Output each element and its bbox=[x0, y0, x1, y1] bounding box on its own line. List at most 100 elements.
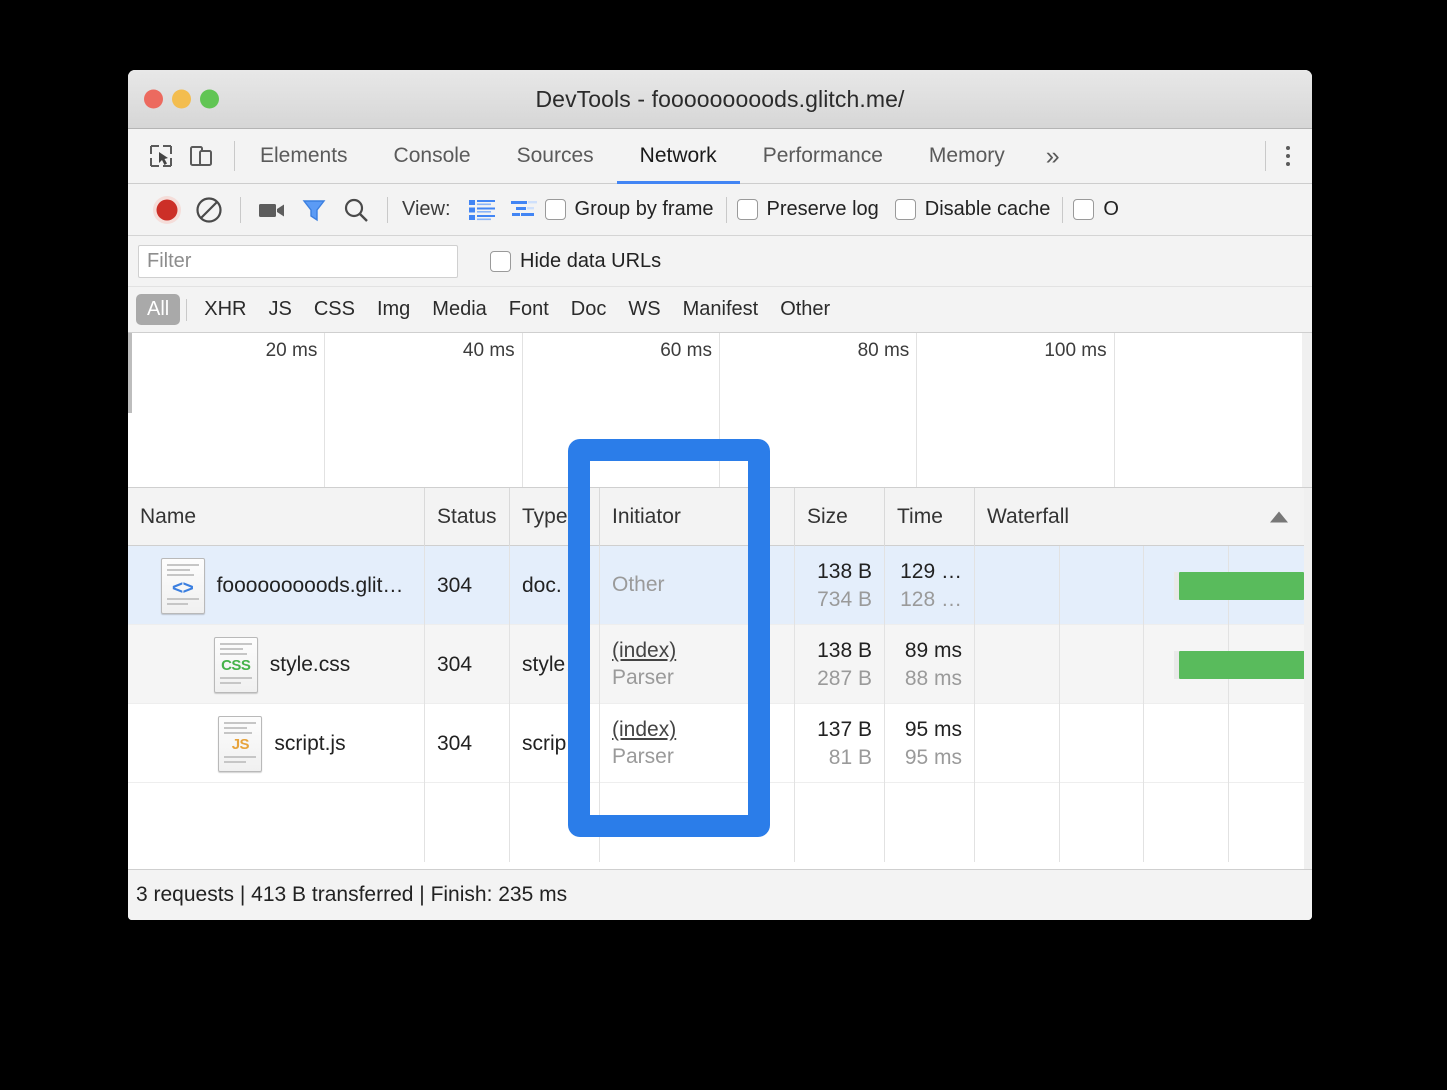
initiator-value: Other bbox=[612, 573, 665, 597]
tab-sources[interactable]: Sources bbox=[494, 129, 617, 183]
disable-cache-checkbox[interactable]: Disable cache bbox=[894, 198, 1051, 221]
tab-network[interactable]: Network bbox=[616, 129, 740, 184]
tab-console[interactable]: Console bbox=[371, 129, 494, 183]
overview-scrollbar[interactable] bbox=[1302, 333, 1312, 487]
group-by-frame-checkbox[interactable]: Group by frame bbox=[544, 198, 714, 221]
cell-name[interactable]: JS script.js bbox=[128, 704, 425, 783]
offline-box[interactable] bbox=[1073, 199, 1095, 220]
table-row[interactable]: <> fooooooooods.glit… 304 doc. Other 138… bbox=[128, 546, 1312, 625]
tab-performance[interactable]: Performance bbox=[740, 129, 906, 183]
offline-checkbox[interactable]: O bbox=[1073, 198, 1119, 221]
network-overview-timeline[interactable]: 20 ms 40 ms 60 ms 80 ms 100 ms bbox=[128, 333, 1312, 488]
request-name: script.js bbox=[274, 731, 346, 755]
overview-tick-100ms: 100 ms bbox=[1044, 340, 1107, 361]
waterfall-gridlines bbox=[975, 783, 1312, 862]
view-label: View: bbox=[402, 198, 451, 220]
funnel-filter-icon[interactable] bbox=[293, 190, 335, 230]
hide-data-urls-box[interactable] bbox=[490, 250, 511, 272]
preserve-log-checkbox[interactable]: Preserve log bbox=[736, 198, 879, 221]
cell-initiator[interactable]: Other bbox=[600, 546, 795, 625]
filter-chip-doc[interactable]: Doc bbox=[560, 294, 618, 325]
table-scrollbar[interactable] bbox=[1304, 488, 1312, 871]
cell-waterfall bbox=[975, 704, 1312, 783]
cell-waterfall bbox=[975, 546, 1312, 625]
filter-input[interactable] bbox=[138, 244, 458, 278]
preserve-log-box[interactable] bbox=[736, 199, 758, 220]
cell-size: 138 B 287 B bbox=[795, 625, 885, 704]
time-subvalue: 88 ms bbox=[904, 666, 962, 690]
cell-initiator[interactable]: (index) Parser bbox=[600, 704, 795, 783]
window-title: DevTools - fooooooooods.glitch.me/ bbox=[535, 85, 905, 112]
initiator-link[interactable]: (index) bbox=[612, 717, 794, 743]
zoom-window-button[interactable] bbox=[200, 89, 219, 109]
inspect-element-icon[interactable] bbox=[146, 141, 176, 171]
cell-name[interactable]: CSS style.css bbox=[128, 625, 425, 704]
panel-tabs: Elements Console Sources Network Perform… bbox=[237, 129, 1078, 184]
list-view-icon[interactable] bbox=[461, 190, 503, 230]
icon-badge: JS bbox=[231, 735, 250, 753]
time-subvalue: 95 ms bbox=[904, 745, 962, 769]
overview-tick-20ms: 20 ms bbox=[265, 340, 318, 361]
filter-chip-js[interactable]: JS bbox=[257, 294, 302, 325]
filter-chip-other[interactable]: Other bbox=[769, 294, 841, 325]
more-tabs-button[interactable]: » bbox=[1028, 129, 1078, 183]
icon-text-lines-bottom bbox=[166, 597, 199, 608]
filter-chip-media[interactable]: Media bbox=[421, 294, 497, 325]
record-button-icon[interactable] bbox=[146, 190, 188, 230]
device-toolbar-icon[interactable] bbox=[186, 141, 216, 171]
filter-chip-font[interactable]: Font bbox=[498, 294, 560, 325]
column-header-waterfall[interactable]: Waterfall bbox=[975, 488, 1312, 546]
table-row[interactable]: JS script.js 304 scrip… (index) Parser 1… bbox=[128, 704, 1312, 783]
document-file-icon: <> bbox=[160, 557, 205, 614]
filter-chip-ws[interactable]: WS bbox=[617, 294, 671, 325]
column-header-name[interactable]: Name bbox=[128, 487, 425, 546]
hide-data-urls-checkbox[interactable]: Hide data URLs bbox=[490, 250, 661, 273]
filter-chip-manifest[interactable]: Manifest bbox=[672, 294, 770, 325]
size-value: 138 B bbox=[817, 638, 872, 662]
camera-icon[interactable] bbox=[251, 190, 293, 230]
disable-cache-label: Disable cache bbox=[924, 198, 1051, 220]
waterfall-bar bbox=[1173, 651, 1312, 679]
devtools-window: DevTools - fooooooooods.glitch.me/ Eleme… bbox=[128, 70, 1312, 920]
cell-type: doc. bbox=[510, 546, 600, 625]
size-value: 137 B bbox=[817, 717, 872, 741]
search-icon[interactable] bbox=[335, 190, 377, 230]
initiator-link[interactable]: (index) bbox=[612, 638, 794, 664]
window-controls bbox=[144, 89, 219, 109]
column-header-size[interactable]: Size bbox=[795, 487, 885, 546]
group-by-frame-box[interactable] bbox=[544, 199, 566, 220]
overview-segment-6 bbox=[1115, 333, 1312, 487]
filter-chip-xhr[interactable]: XHR bbox=[193, 294, 257, 325]
cell-status: 304 bbox=[425, 546, 510, 625]
filler-time bbox=[885, 783, 975, 862]
clear-icon[interactable] bbox=[188, 190, 230, 230]
tab-memory[interactable]: Memory bbox=[906, 129, 1028, 183]
filter-chip-css[interactable]: CSS bbox=[303, 294, 366, 325]
devtools-tabbar: Elements Console Sources Network Perform… bbox=[128, 129, 1312, 184]
filter-chip-img[interactable]: Img bbox=[366, 294, 421, 325]
cell-waterfall bbox=[975, 625, 1312, 704]
minimize-window-button[interactable] bbox=[172, 89, 191, 109]
cell-type: scrip… bbox=[510, 704, 600, 783]
cell-initiator[interactable]: (index) Parser bbox=[600, 625, 795, 704]
hide-data-urls-label: Hide data URLs bbox=[520, 249, 662, 272]
filter-chip-all[interactable]: All bbox=[136, 294, 181, 325]
tab-elements[interactable]: Elements bbox=[237, 129, 371, 183]
kebab-menu-icon[interactable] bbox=[1280, 146, 1312, 166]
cell-name[interactable]: <> fooooooooods.glit… bbox=[128, 546, 425, 625]
close-window-button[interactable] bbox=[144, 89, 163, 109]
column-header-status[interactable]: Status bbox=[425, 487, 510, 546]
waterfall-view-icon[interactable] bbox=[503, 190, 545, 230]
column-header-initiator[interactable]: Initiator bbox=[600, 487, 795, 546]
filler-waterfall bbox=[975, 783, 1312, 862]
filler-initiator bbox=[600, 783, 795, 862]
table-row[interactable]: CSS style.css 304 style… (index) Parser … bbox=[128, 625, 1312, 704]
column-header-time[interactable]: Time bbox=[885, 487, 975, 546]
css-file-icon: CSS bbox=[213, 636, 258, 693]
table-empty-area bbox=[128, 783, 1312, 871]
column-header-type[interactable]: Type bbox=[510, 487, 600, 546]
tabbar-divider bbox=[234, 141, 235, 171]
disable-cache-box[interactable] bbox=[894, 199, 916, 220]
time-value: 129 … bbox=[900, 559, 962, 583]
tabbar-right-group bbox=[1259, 129, 1312, 183]
